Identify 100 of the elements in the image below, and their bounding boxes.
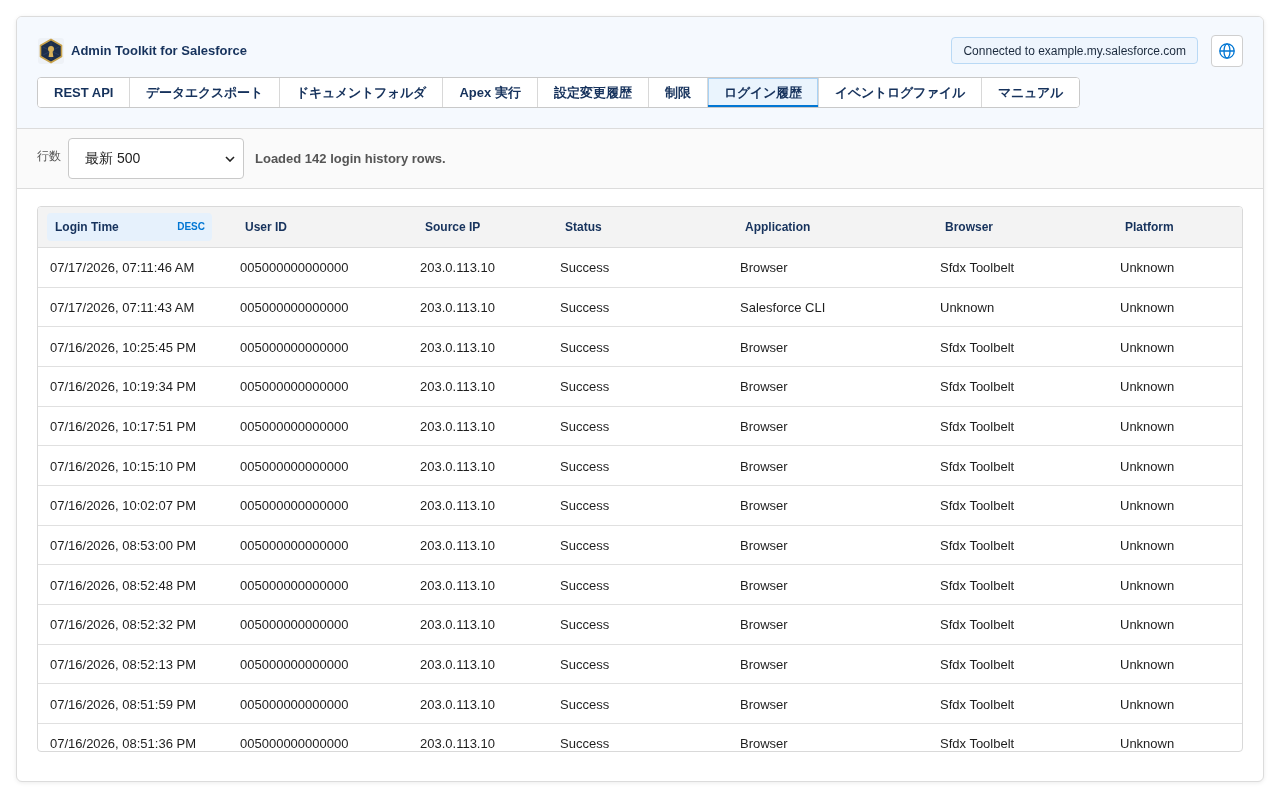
table-cell: Sfdx Toolbelt <box>940 339 1015 355</box>
table-cell: Success <box>560 300 610 315</box>
table-cell: 07/16/2026, 10:17:51 PM <box>50 418 196 434</box>
table-cell: Browser <box>740 577 788 593</box>
table-cell: 07/16/2026, 08:52:32 PM <box>50 617 196 633</box>
table-cell: Sfdx Toolbelt <box>940 577 1015 593</box>
table-cell: Browser <box>740 458 788 474</box>
table-cell: Browser <box>740 656 788 672</box>
table-cell: 005000000000000 <box>240 498 349 514</box>
table-cell: 005000000000000 <box>240 577 349 593</box>
language-button[interactable] <box>1211 34 1243 67</box>
table-cell: 07/16/2026, 08:53:00 PM <box>50 537 196 553</box>
table-cell: Unknown <box>940 300 995 315</box>
app-title: Admin Toolkit for Salesforce <box>71 43 247 58</box>
table-cell: Browser <box>740 617 788 633</box>
table-cell: 203.0.113.10 <box>420 617 495 633</box>
table-cell: 005000000000000 <box>240 736 349 751</box>
table-cell: 203.0.113.10 <box>420 260 495 276</box>
table-cell: Sfdx Toolbelt <box>940 656 1015 672</box>
table-cell: Sfdx Toolbelt <box>940 696 1015 712</box>
rows-select[interactable]: 最新 500 <box>68 138 244 179</box>
table-cell: Success <box>560 458 610 474</box>
table-cell: 203.0.113.10 <box>420 656 495 672</box>
table-cell: Success <box>560 418 610 434</box>
table-cell: 005000000000000 <box>240 339 349 355</box>
table-cell: 005000000000000 <box>240 418 349 434</box>
table-cell: Success <box>560 498 610 514</box>
table-cell: Sfdx Toolbelt <box>940 418 1015 434</box>
table-cell: 203.0.113.10 <box>420 736 495 751</box>
column-header[interactable]: Application <box>737 213 912 241</box>
table-cell: Browser <box>740 339 788 355</box>
table-cell: Unknown <box>1120 696 1175 712</box>
table-cell: Success <box>560 537 610 553</box>
table-cell: Unknown <box>1120 418 1175 434</box>
table-cell: 005000000000000 <box>240 379 349 395</box>
table-cell: Unknown <box>1120 498 1175 514</box>
table-cell: Unknown <box>1120 736 1175 751</box>
connection-status-badge: Connected to example.my.salesforce.com <box>951 37 1198 64</box>
table-cell: 07/16/2026, 08:52:48 PM <box>50 577 196 593</box>
table-cell: Success <box>560 656 610 672</box>
column-header[interactable]: Platform <box>1117 213 1226 241</box>
table-cell: Browser <box>740 260 788 276</box>
table-cell: Unknown <box>1120 300 1175 315</box>
table-cell: Sfdx Toolbelt <box>940 736 1015 751</box>
table-cell: Success <box>560 379 610 395</box>
table-cell: 07/16/2026, 10:19:34 PM <box>50 379 196 395</box>
table-cell: Browser <box>740 418 788 434</box>
table-cell: Unknown <box>1120 577 1175 593</box>
table-cell: 203.0.113.10 <box>420 300 495 315</box>
table-cell: 203.0.113.10 <box>420 577 495 593</box>
table-cell: Success <box>560 736 610 751</box>
table-cell: 203.0.113.10 <box>420 339 495 355</box>
table-cell: Sfdx Toolbelt <box>940 260 1015 276</box>
status-message: Loaded 142 login history rows. <box>255 151 446 166</box>
table-cell: Unknown <box>1120 379 1175 395</box>
column-header[interactable]: Browser <box>937 213 1092 241</box>
table-cell: Browser <box>740 537 788 553</box>
table-cell: Unknown <box>1120 656 1175 672</box>
table-cell: 203.0.113.10 <box>420 696 495 712</box>
rows-label: 行数 <box>37 149 61 163</box>
table-cell: Unknown <box>1120 260 1175 276</box>
table-cell: 07/16/2026, 08:51:59 PM <box>50 696 196 712</box>
table-cell: Browser <box>740 696 788 712</box>
column-header[interactable]: Status <box>557 213 712 241</box>
table-cell: 07/16/2026, 10:25:45 PM <box>50 339 196 355</box>
table-cell: Unknown <box>1120 537 1175 553</box>
table-cell: 005000000000000 <box>240 617 349 633</box>
table-cell: Sfdx Toolbelt <box>940 537 1015 553</box>
table-cell: 07/17/2026, 07:11:46 AM <box>50 260 195 276</box>
table-cell: 07/17/2026, 07:11:43 AM <box>50 300 195 315</box>
tab[interactable]: ログイン履歴 <box>706 78 818 107</box>
table-cell: Unknown <box>1120 339 1175 355</box>
table-cell: 07/16/2026, 08:52:13 PM <box>50 656 196 672</box>
table-cell: 07/16/2026, 10:02:07 PM <box>50 498 196 514</box>
hexagon-keyhole-icon <box>38 37 64 64</box>
table-cell: Sfdx Toolbelt <box>940 379 1015 395</box>
table-cell: Sfdx Toolbelt <box>940 617 1015 633</box>
tab[interactable]: マニュアル <box>980 78 1079 107</box>
column-header[interactable]: Login Time DESC <box>47 213 212 241</box>
table-cell: Success <box>560 577 610 593</box>
table-cell: 203.0.113.10 <box>420 379 495 395</box>
table-cell: 005000000000000 <box>240 260 349 276</box>
table-cell: 07/16/2026, 10:15:10 PM <box>50 458 196 474</box>
column-header[interactable]: User ID <box>237 213 392 241</box>
table-cell: 203.0.113.10 <box>420 418 495 434</box>
table-cell: 203.0.113.10 <box>420 458 495 474</box>
table-cell: Unknown <box>1120 617 1175 633</box>
table-cell: Success <box>560 260 610 276</box>
table-cell: 005000000000000 <box>240 656 349 672</box>
table-cell: 005000000000000 <box>240 458 349 474</box>
table-cell: Browser <box>740 736 788 751</box>
table-cell: Sfdx Toolbelt <box>940 458 1015 474</box>
table-cell: 07/16/2026, 08:51:36 PM <box>50 736 196 751</box>
globe-icon <box>1219 42 1235 59</box>
table-cell: 005000000000000 <box>240 300 349 315</box>
table-cell: 005000000000000 <box>240 696 349 712</box>
table-cell: Browser <box>740 498 788 514</box>
column-header[interactable]: Source IP <box>417 213 532 241</box>
table-cell: 203.0.113.10 <box>420 537 495 553</box>
table-cell: Salesforce CLI <box>740 300 826 315</box>
